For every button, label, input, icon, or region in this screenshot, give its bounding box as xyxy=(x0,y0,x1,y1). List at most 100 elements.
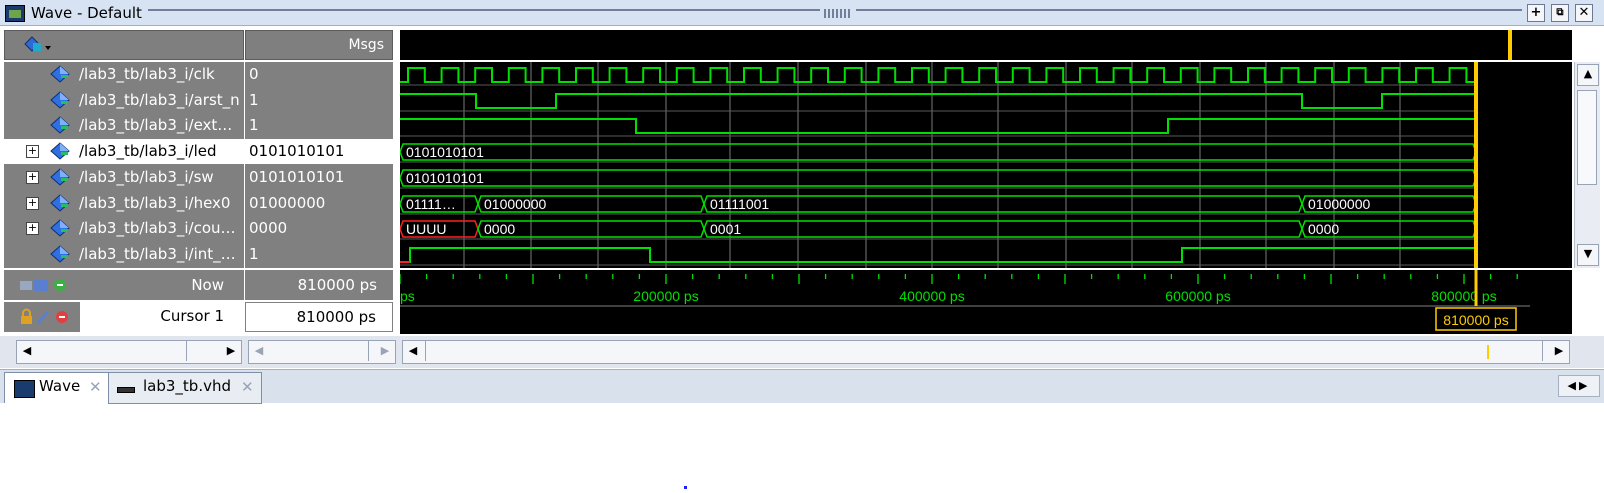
signal-value: 0101010101 xyxy=(249,168,345,186)
ext-wave xyxy=(400,118,1476,134)
wave-hscrollbar[interactable]: ◀ ▶ xyxy=(402,340,1570,364)
expand-icon[interactable]: + xyxy=(26,197,39,210)
signal-value: 1 xyxy=(249,245,259,263)
signal-row[interactable]: /lab3_tb/lab3_i/ext… xyxy=(4,113,244,138)
signal-row[interactable]: + /lab3_tb/lab3_i/sw xyxy=(4,165,244,190)
signal-row[interactable]: /lab3_tb/lab3_i/int_… xyxy=(4,242,244,267)
bus-value-label: 0101010101 xyxy=(406,144,484,160)
wave-scroll-right-icon[interactable]: ▶ xyxy=(1549,341,1569,361)
names-hscrollbar[interactable]: ◀ ▶ xyxy=(16,340,242,364)
names-hscroll-thumb[interactable] xyxy=(37,341,187,361)
signal-diamond-icon xyxy=(50,245,70,263)
signal-value: 1 xyxy=(249,116,259,134)
time-tick-label: 400000 ps xyxy=(899,288,964,304)
signal-name: /lab3_tb/lab3_i/arst_n xyxy=(79,91,240,109)
expand-icon[interactable]: + xyxy=(26,145,39,158)
window-title: Wave - Default xyxy=(31,4,142,22)
signal-value-row[interactable]: 0 xyxy=(245,62,393,87)
signal-name: /lab3_tb/lab3_i/led xyxy=(79,142,217,160)
signal-name: /lab3_tb/lab3_i/ext… xyxy=(79,116,233,134)
wave-scroll-left-icon[interactable]: ◀ xyxy=(403,341,423,361)
signal-row[interactable]: + /lab3_tb/lab3_i/hex0 xyxy=(4,191,244,216)
signal-row[interactable]: + /lab3_tb/lab3_i/cou… xyxy=(4,216,244,241)
cursor-value-box: 810000 ps xyxy=(245,302,393,332)
bus-value-label: 01111… xyxy=(406,196,456,212)
signal-name: /lab3_tb/lab3_i/int_… xyxy=(79,245,236,263)
int-wave xyxy=(400,247,1476,263)
names-scroll-left-icon[interactable]: ◀ xyxy=(17,341,37,361)
close-icon[interactable]: ✕ xyxy=(1575,4,1593,22)
bus-value-label: 0000 xyxy=(1308,221,1339,237)
signal-value: 0101010101 xyxy=(249,142,345,160)
undock-icon[interactable]: ⧉ xyxy=(1551,4,1569,22)
timeline-ruler[interactable]: ps 200000 ps 400000 ps 600000 ps 800000 ps 81… xyxy=(399,270,1572,334)
bus-value-label: 01000000 xyxy=(484,196,547,212)
cursor-label-box[interactable]: Cursor 1 xyxy=(80,302,244,332)
dock-plus-icon[interactable]: + xyxy=(1527,4,1545,22)
tab-source[interactable]: lab3_tb.vhd ✕ xyxy=(108,372,262,404)
bus-value-label: 0001 xyxy=(710,221,741,237)
scroll-down-icon[interactable]: ▼ xyxy=(1577,244,1599,266)
signal-diamond-icon xyxy=(50,116,70,134)
signal-value-row[interactable]: 1 xyxy=(245,242,393,267)
tab-wave-label: Wave xyxy=(39,377,81,395)
bus-value-label: UUUU xyxy=(406,221,446,237)
values-scroll-right-icon[interactable]: ▶ xyxy=(375,341,395,361)
signal-row[interactable]: /lab3_tb/lab3_i/clk xyxy=(4,62,244,87)
signal-value-row[interactable]: 0000 xyxy=(245,216,393,241)
names-header xyxy=(4,30,244,60)
title-bar[interactable]: Wave - Default + ⧉ ✕ xyxy=(0,0,1604,26)
wave-hscroll-thumb[interactable] xyxy=(425,341,1543,361)
tab-wave[interactable]: Wave ✕ xyxy=(4,372,110,403)
values-hscrollbar[interactable]: ◀ ▶ xyxy=(248,340,396,364)
signal-value-row[interactable]: 1 xyxy=(245,113,393,138)
now-row: Now xyxy=(4,270,244,300)
msgs-label: Msgs xyxy=(348,37,384,53)
signal-value: 01000000 xyxy=(249,194,326,212)
signal-diamond-icon xyxy=(50,91,70,109)
signal-diamond-icon xyxy=(50,142,70,160)
cursor-label: Cursor 1 xyxy=(160,307,224,325)
now-value: 810000 ps xyxy=(297,276,377,294)
waveform-pane[interactable]: 0101010101 0101010101 01111… 01000000 011110… xyxy=(399,62,1572,268)
stray-mark xyxy=(684,486,687,489)
tab-wave-close-icon[interactable]: ✕ xyxy=(89,378,102,396)
cursor-value: 810000 ps xyxy=(296,308,376,326)
tab-scroll-arrows-icon[interactable]: ◀▶ xyxy=(1558,375,1600,397)
horizontal-scroll-row: ◀ ▶ ◀ ▶ ◀ ▶ xyxy=(0,336,1604,368)
names-scroll-right-icon[interactable]: ▶ xyxy=(221,341,241,361)
bus-value-label: 01000000 xyxy=(1308,196,1371,212)
time-tick-label: ps xyxy=(400,288,415,304)
now-toolbar-icons[interactable] xyxy=(18,276,74,294)
time-tick-label: 800000 ps xyxy=(1431,288,1496,304)
cursor-toolbar-icons[interactable] xyxy=(18,308,78,326)
signal-value: 1 xyxy=(249,91,259,109)
signal-value-row[interactable]: 0101010101 xyxy=(245,165,393,190)
expand-icon[interactable]: + xyxy=(26,222,39,235)
vertical-scroll-thumb[interactable] xyxy=(1577,90,1597,185)
expand-icon[interactable]: + xyxy=(26,171,39,184)
signal-diamond-icon xyxy=(50,219,70,237)
title-grip-handle[interactable] xyxy=(824,9,852,18)
signal-value: 0 xyxy=(249,65,259,83)
signal-value-row[interactable]: 01000000 xyxy=(245,191,393,216)
values-hscroll-thumb[interactable] xyxy=(269,341,369,361)
timeline-canvas[interactable]: ps 200000 ps 400000 ps 600000 ps 800000 ps 81… xyxy=(399,270,1572,334)
bus-value-label: 0000 xyxy=(484,221,515,237)
wave-tool-dropdown-icon[interactable] xyxy=(23,35,53,55)
signal-value-row[interactable]: 0101010101 xyxy=(245,139,393,164)
signal-row[interactable]: /lab3_tb/lab3_i/arst_n xyxy=(4,88,244,113)
tab-source-label: lab3_tb.vhd xyxy=(143,377,232,395)
scroll-up-icon[interactable]: ▲ xyxy=(1577,64,1599,86)
values-scroll-left-icon[interactable]: ◀ xyxy=(249,341,269,361)
signal-row[interactable]: + /lab3_tb/lab3_i/led xyxy=(4,139,244,164)
signal-value-row[interactable]: 1 xyxy=(245,88,393,113)
cursor-flag-label: 810000 ps xyxy=(1443,312,1508,328)
signal-values-pane[interactable]: 0 1 1 0101010101 0101010101 01000000 0000 1 xyxy=(245,62,393,268)
signal-names-pane[interactable]: /lab3_tb/lab3_i/clk/lab3_tb/lab3_i/arst_… xyxy=(4,62,244,268)
signal-name: /lab3_tb/lab3_i/clk xyxy=(79,65,215,83)
waveform-canvas[interactable]: 0101010101 0101010101 01111… 01000000 011110… xyxy=(399,62,1572,268)
signal-value: 0000 xyxy=(249,219,288,237)
vertical-scrollbar[interactable]: ▲ ▼ xyxy=(1574,62,1600,268)
tab-source-close-icon[interactable]: ✕ xyxy=(241,378,254,396)
